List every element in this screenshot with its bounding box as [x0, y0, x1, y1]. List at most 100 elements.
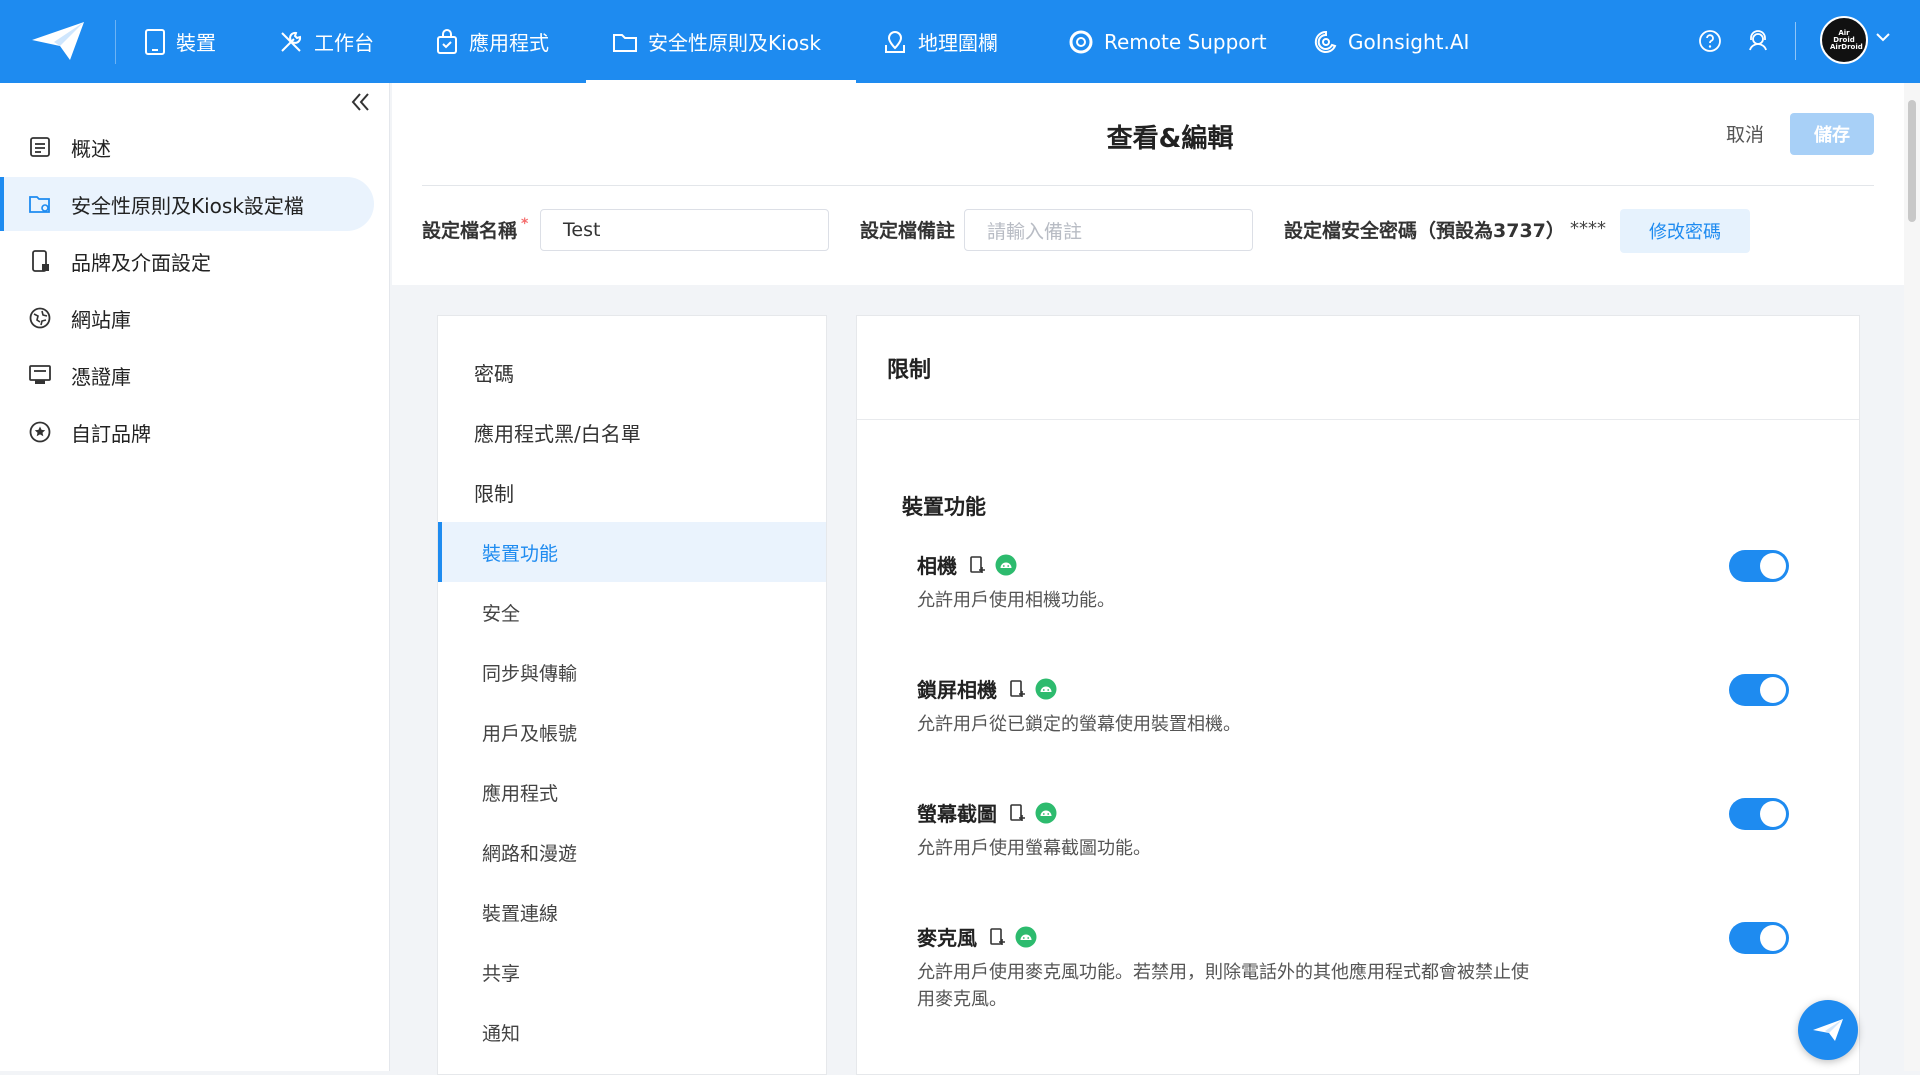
- feature-description: 允許用戶使用麥克風功能。若禁用，則除電話外的其他應用程式都會被禁止使用麥克風。: [917, 962, 1529, 1010]
- folder-icon: [613, 33, 637, 52]
- feature-camera: 相機 允許用戶使用相機功能。: [917, 550, 1797, 614]
- feature-description: 允許用戶使用相機功能。: [917, 590, 1115, 611]
- device-brand-icon: [32, 250, 49, 272]
- menu-item-network-roaming[interactable]: 網路和漫遊: [438, 822, 826, 882]
- collapse-sidebar-icon[interactable]: [350, 91, 372, 113]
- scrollbar[interactable]: [1904, 83, 1920, 1071]
- nav-remote-support[interactable]: Remote Support: [1048, 0, 1287, 83]
- feature-description: 允許用戶使用螢幕截圖功能。: [917, 838, 1151, 859]
- star-circle-icon: [29, 421, 51, 443]
- tablet-icon: [145, 28, 165, 55]
- menu-item-restrictions[interactable]: 限制: [438, 462, 826, 522]
- feature-name: 相機: [917, 554, 957, 578]
- nav-label: 地理圍欄: [918, 31, 998, 55]
- section-title: 裝置功能: [902, 495, 986, 519]
- sidebar-item-website-library[interactable]: 網站庫: [0, 291, 374, 345]
- menu-item-device-features[interactable]: 裝置功能: [438, 522, 826, 582]
- profile-name-input[interactable]: Test: [540, 209, 829, 251]
- certificate-icon: [29, 365, 51, 384]
- sidebar-item-label: 概述: [71, 136, 111, 161]
- sidebar-item-branding[interactable]: 品牌及介面設定: [0, 234, 374, 288]
- divider: [115, 20, 116, 64]
- profile-note-label: 設定檔備註: [860, 220, 956, 242]
- nav-label: 裝置: [176, 31, 216, 55]
- scrollbar-thumb[interactable]: [1908, 100, 1916, 222]
- menu-item-sharing[interactable]: 共享: [438, 942, 826, 1002]
- nav-label: 安全性原則及Kiosk: [648, 31, 821, 55]
- support-agent-icon[interactable]: [1746, 29, 1770, 53]
- divider: [1795, 22, 1796, 60]
- sidebar-item-label: 網站庫: [71, 307, 131, 332]
- nav-workbench[interactable]: 工作台: [258, 0, 394, 83]
- feature-lockscreen-camera: 鎖屏相機 允許用戶從已鎖定的螢幕使用裝置相機。: [917, 674, 1797, 738]
- menu-item-sync-transfer[interactable]: 同步與傳輸: [438, 642, 826, 702]
- sidebar-item-label: 品牌及介面設定: [71, 250, 211, 275]
- camera-toggle[interactable]: [1729, 550, 1789, 582]
- panel-title: 限制: [887, 358, 932, 383]
- microphone-toggle[interactable]: [1729, 922, 1789, 954]
- sidebar: 概述 安全性原則及Kiosk設定檔 品牌及介面設定 網站庫 憑證庫 自訂品牌: [0, 83, 390, 1071]
- globe-icon: [29, 307, 51, 329]
- profile-name-label: 設定檔名稱 *: [422, 216, 529, 242]
- avatar[interactable]: Air Droid AirDroid: [1820, 16, 1868, 64]
- lockscreen-camera-toggle[interactable]: [1729, 674, 1789, 706]
- sidebar-item-policy-profiles[interactable]: 安全性原則及Kiosk設定檔: [0, 177, 374, 231]
- feature-name: 麥克風: [917, 926, 977, 950]
- chevron-down-icon[interactable]: [1876, 32, 1890, 42]
- change-password-button[interactable]: 修改密碼: [1620, 209, 1750, 253]
- feature-name: 鎖屏相機: [917, 678, 997, 702]
- save-button[interactable]: 儲存: [1790, 113, 1874, 155]
- menu-item-users-accounts[interactable]: 用戶及帳號: [438, 702, 826, 762]
- menu-item-password[interactable]: 密碼: [438, 342, 826, 402]
- airdroid-fab-button[interactable]: [1798, 1000, 1858, 1060]
- nav-policy-kiosk[interactable]: 安全性原則及Kiosk: [586, 0, 856, 83]
- profile-header-card: [392, 83, 1904, 285]
- sidebar-item-label: 安全性原則及Kiosk設定檔: [71, 193, 304, 218]
- android-icon: [995, 554, 1017, 576]
- restriction-menu: 密碼 應用程式黑/白名單 限制 裝置功能 安全 同步與傳輸 用戶及帳號 應用程式…: [437, 315, 827, 1075]
- device-plus-icon: [989, 927, 1007, 947]
- sidebar-item-certificate-library[interactable]: 憑證庫: [0, 348, 374, 402]
- nav-geofence[interactable]: 地理圍欄: [862, 0, 1018, 83]
- device-plus-icon: [1009, 803, 1027, 823]
- menu-item-security[interactable]: 安全: [438, 582, 826, 642]
- sidebar-item-overview[interactable]: 概述: [0, 120, 374, 174]
- feature-microphone: 麥克風 允許用戶使用麥克風功能。若禁用，則除電話外的其他應用程式都會被禁止使用麥…: [917, 922, 1797, 1013]
- nav-label: Remote Support: [1104, 29, 1267, 54]
- tools-icon: [281, 31, 302, 52]
- ai-icon: [1314, 30, 1337, 53]
- nav-label: 工作台: [314, 31, 374, 55]
- sidebar-item-custom-brand[interactable]: 自訂品牌: [0, 405, 374, 459]
- help-icon[interactable]: [1698, 29, 1722, 53]
- send-logo-icon: [1813, 1019, 1843, 1041]
- profile-password-label: 設定檔安全密碼（預設為3737）: [1284, 220, 1565, 242]
- lifebuoy-icon: [1069, 30, 1093, 53]
- android-icon: [1015, 926, 1037, 948]
- nav-apps[interactable]: 應用程式: [415, 0, 569, 83]
- nav-devices[interactable]: 裝置: [124, 0, 236, 83]
- nav-label: GoInsight.AI: [1348, 29, 1470, 54]
- menu-item-device-connection[interactable]: 裝置連線: [438, 882, 826, 942]
- cancel-button[interactable]: 取消: [1726, 120, 1764, 147]
- device-plus-icon: [1009, 679, 1027, 699]
- divider: [422, 185, 1874, 186]
- menu-item-applications[interactable]: 應用程式: [438, 762, 826, 822]
- feature-name: 螢幕截圖: [917, 802, 997, 826]
- required-mark: *: [521, 216, 529, 232]
- feature-screenshot: 螢幕截圖 允許用戶使用螢幕截圖功能。: [917, 798, 1797, 862]
- menu-item-notifications[interactable]: 通知: [438, 1002, 826, 1062]
- password-mask: ****: [1570, 218, 1606, 239]
- divider: [857, 419, 1859, 420]
- top-navigation-bar: 裝置 工作台 應用程式 安全性原則及Kiosk 地理圍欄 Remote Supp…: [0, 0, 1920, 83]
- android-icon: [1035, 802, 1057, 824]
- nav-goinsight[interactable]: GoInsight.AI: [1292, 0, 1489, 83]
- geofence-icon: [885, 30, 905, 53]
- menu-item-app-blacklist[interactable]: 應用程式黑/白名單: [438, 402, 826, 462]
- profile-note-input[interactable]: 請輸入備註: [964, 209, 1253, 251]
- airdroid-logo[interactable]: [30, 20, 88, 62]
- screenshot-toggle[interactable]: [1729, 798, 1789, 830]
- sidebar-item-label: 憑證庫: [71, 364, 131, 389]
- android-icon: [1035, 678, 1057, 700]
- app-bag-icon: [437, 28, 457, 54]
- overview-icon: [30, 137, 50, 157]
